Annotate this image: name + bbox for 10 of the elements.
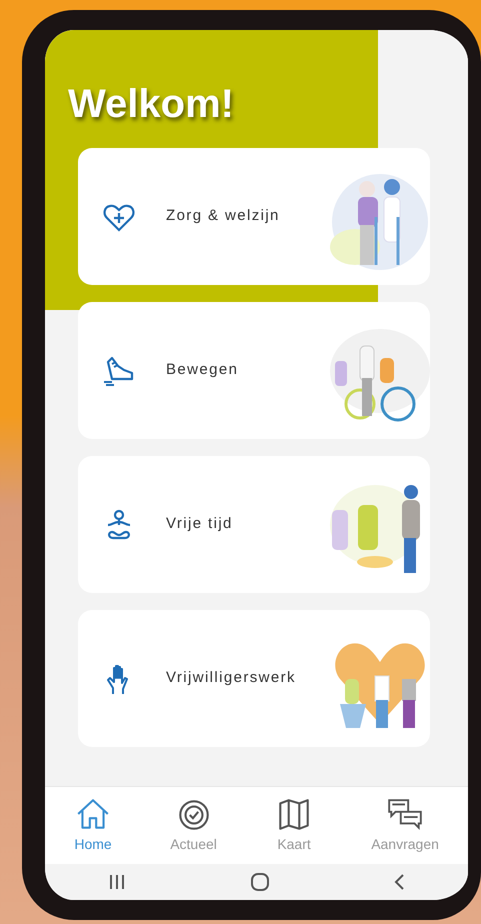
category-card[interactable]: Vrije tijd [78,456,430,593]
card-label: Vrije tijd [166,514,234,534]
category-card[interactable]: Bewegen [78,302,430,439]
category-card[interactable]: Zorg & welzijn [78,148,430,285]
category-card[interactable]: Vrijwilligerswerk [78,610,430,747]
home-icon[interactable] [250,872,270,892]
welcome-title: Welkom! [68,82,235,126]
card-label: Bewegen [166,360,240,380]
card-label: Zorg & welzijn [166,206,281,226]
card-label: Vrijwilligerswerk [166,668,297,688]
